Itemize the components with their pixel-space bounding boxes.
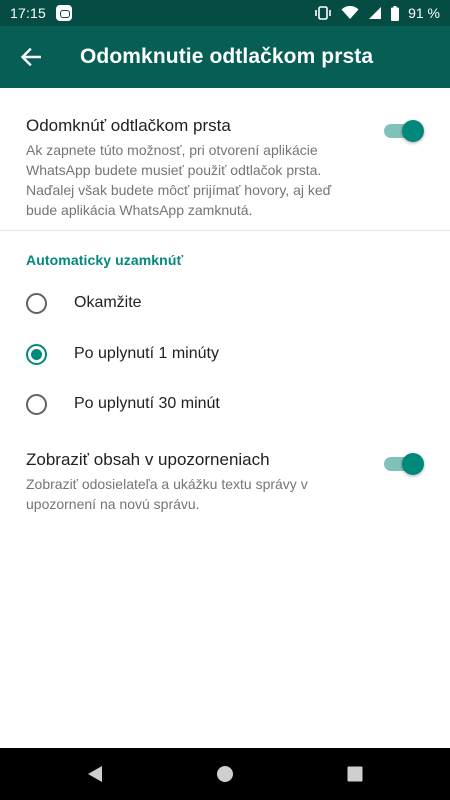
nav-recents-button[interactable] bbox=[325, 748, 385, 800]
home-circle-icon bbox=[217, 766, 233, 782]
radio-label: Po uplynutí 30 minút bbox=[74, 395, 220, 412]
divider bbox=[0, 230, 450, 231]
battery-icon bbox=[391, 5, 400, 21]
radio-label: Okamžite bbox=[74, 294, 142, 311]
radio-button-selected[interactable] bbox=[26, 343, 47, 365]
notification-content-switch[interactable] bbox=[384, 453, 424, 475]
radio-option-1-minute[interactable]: Po uplynutí 1 minúty bbox=[0, 329, 450, 379]
switch-thumb bbox=[402, 453, 424, 475]
system-nav-bar bbox=[0, 748, 450, 800]
whatsapp-notification-icon bbox=[56, 5, 73, 21]
status-time: 17:15 bbox=[10, 5, 47, 21]
recents-square-icon bbox=[347, 766, 363, 782]
radio-label: Po uplynutí 1 minúty bbox=[74, 345, 219, 362]
back-triangle-icon bbox=[88, 766, 102, 782]
setting-description: Ak zapnete túto možnosť, pri otvorení ap… bbox=[26, 142, 332, 218]
setting-description: Zobraziť odosielateľa a ukážku textu spr… bbox=[26, 476, 308, 512]
status-bar: 17:15 91 % bbox=[0, 0, 450, 26]
radio-button[interactable] bbox=[26, 292, 47, 314]
wifi-icon bbox=[341, 6, 359, 19]
arrow-left-icon bbox=[21, 48, 41, 66]
setting-title: Zobraziť obsah v upozorneniach bbox=[26, 450, 270, 469]
switch-thumb bbox=[402, 120, 424, 142]
app-bar: Odomknutie odtlačkom prsta bbox=[0, 26, 450, 88]
status-icons: 91 % bbox=[314, 5, 440, 21]
notification-content-setting[interactable]: Zobraziť obsah v upozorneniach Zobraziť … bbox=[0, 422, 450, 514]
setting-title: Odomknúť odtlačkom prsta bbox=[26, 116, 231, 135]
signal-icon bbox=[369, 7, 382, 19]
auto-lock-header: Automaticky uzamknúť bbox=[26, 252, 184, 268]
fingerprint-lock-switch[interactable] bbox=[384, 120, 424, 142]
nav-back-button[interactable] bbox=[65, 748, 125, 800]
vibrate-icon bbox=[315, 6, 331, 20]
page-title: Odomknutie odtlačkom prsta bbox=[80, 45, 374, 68]
nav-home-button[interactable] bbox=[195, 748, 255, 800]
battery-percentage: 91 % bbox=[408, 5, 440, 21]
radio-option-immediately[interactable]: Okamžite bbox=[0, 278, 450, 328]
radio-button[interactable] bbox=[26, 393, 47, 415]
fingerprint-lock-setting[interactable]: Odomknúť odtlačkom prsta Ak zapnete túto… bbox=[0, 88, 450, 220]
back-button[interactable] bbox=[0, 26, 62, 88]
